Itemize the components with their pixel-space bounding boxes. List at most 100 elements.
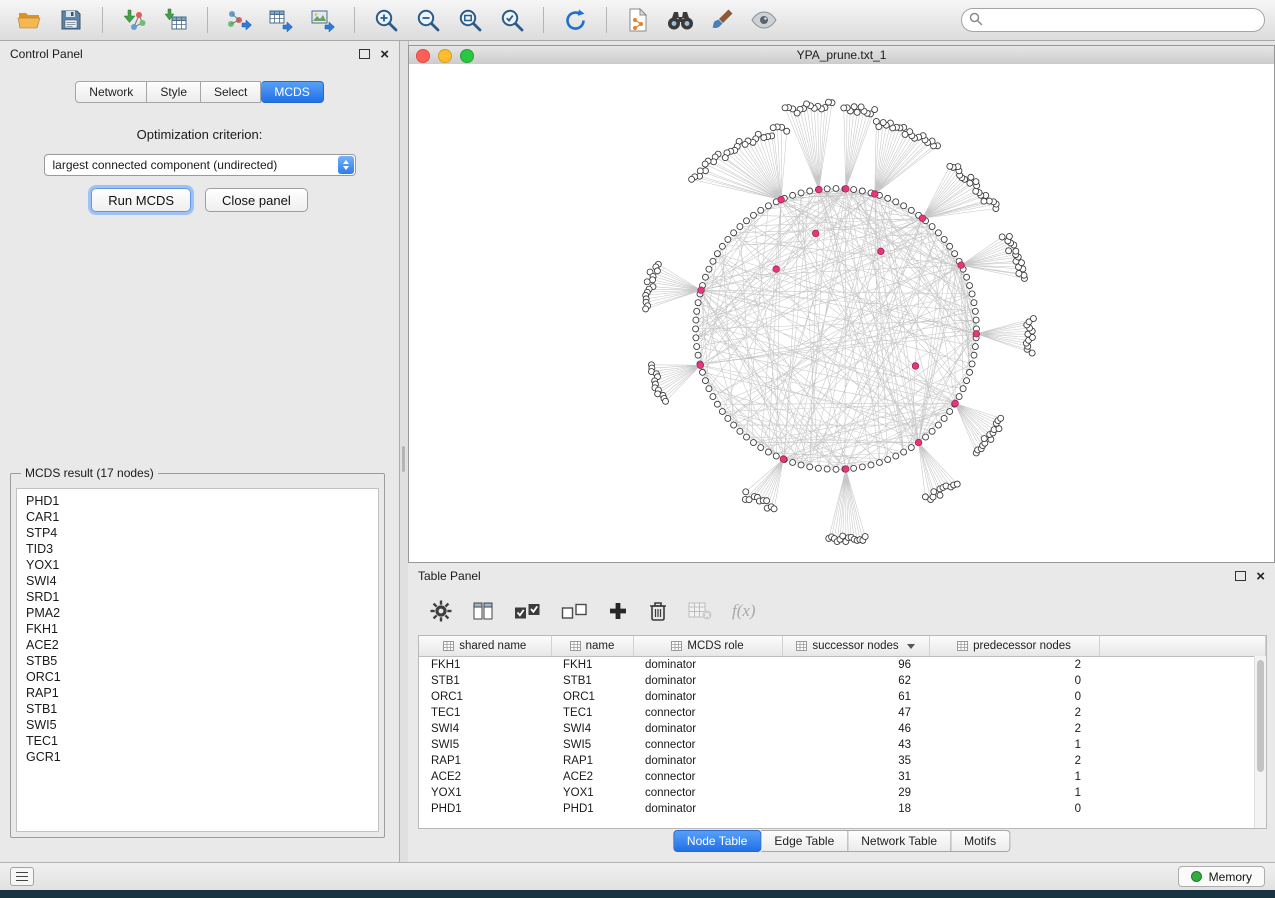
task-history-button[interactable] xyxy=(10,867,34,886)
table-vertical-scrollbar[interactable] xyxy=(1254,656,1266,828)
share-document-button[interactable] xyxy=(619,4,657,36)
import-table-button[interactable] xyxy=(157,4,195,36)
import-network-button[interactable] xyxy=(115,4,153,36)
run-mcds-button[interactable]: Run MCDS xyxy=(91,188,191,212)
paint-style-button[interactable] xyxy=(703,4,741,36)
delete-table-button[interactable] xyxy=(688,601,712,621)
column-header-name[interactable]: name xyxy=(551,636,633,657)
cell-name: RAP1 xyxy=(551,753,633,769)
node-table-row[interactable]: STB1STB1dominator620 xyxy=(419,673,1266,689)
close-window-icon[interactable] xyxy=(416,49,430,63)
float-panel-icon[interactable] xyxy=(1235,571,1246,581)
add-column-button[interactable] xyxy=(608,601,628,621)
mcds-result-item[interactable]: ORC1 xyxy=(26,669,378,685)
node-table-row[interactable]: SWI5SWI5connector431 xyxy=(419,737,1266,753)
node-table-row[interactable]: RAP1RAP1dominator352 xyxy=(419,753,1266,769)
export-image-button[interactable] xyxy=(304,4,342,36)
mcds-result-item[interactable]: YOX1 xyxy=(26,557,378,573)
minimize-window-icon[interactable] xyxy=(438,49,452,63)
column-settings-button[interactable] xyxy=(430,600,452,622)
tab-edge-table[interactable]: Edge Table xyxy=(761,830,848,852)
column-header-successor-nodes[interactable]: successor nodes xyxy=(782,636,929,657)
cell-successor-nodes: 29 xyxy=(782,785,929,801)
mcds-result-item[interactable]: PHD1 xyxy=(26,493,378,509)
mcds-result-item[interactable]: STP4 xyxy=(26,525,378,541)
cell-name: ACE2 xyxy=(551,769,633,785)
close-panel-icon[interactable]: × xyxy=(380,47,389,62)
delete-columns-button[interactable] xyxy=(648,600,668,622)
tab-network[interactable]: Network xyxy=(75,81,147,103)
function-builder-button[interactable]: f(x) xyxy=(732,601,756,621)
node-table-row[interactable]: SWI4SWI4dominator462 xyxy=(419,721,1266,737)
mcds-result-item[interactable]: STB5 xyxy=(26,653,378,669)
export-image-icon xyxy=(310,7,336,33)
column-header-filler xyxy=(1099,636,1266,657)
mcds-result-item[interactable]: PMA2 xyxy=(26,605,378,621)
first-neighbors-button[interactable] xyxy=(661,4,699,36)
mcds-result-item[interactable]: ACE2 xyxy=(26,637,378,653)
zoom-selected-button[interactable] xyxy=(493,4,531,36)
mcds-result-item[interactable]: GCR1 xyxy=(26,749,378,765)
node-table-row[interactable]: YOX1YOX1connector291 xyxy=(419,785,1266,801)
close-panel-button[interactable]: Close panel xyxy=(205,188,308,212)
toolbar-separator xyxy=(102,7,103,33)
save-button[interactable] xyxy=(52,4,90,36)
checked-boxes-icon xyxy=(514,601,541,621)
export-network-button[interactable] xyxy=(220,4,258,36)
node-table-row[interactable]: ORC1ORC1dominator610 xyxy=(419,689,1266,705)
optimization-criterion-label: Optimization criterion: xyxy=(0,127,399,142)
mcds-result-item[interactable]: RAP1 xyxy=(26,685,378,701)
column-header-mcds-role[interactable]: MCDS role xyxy=(633,636,782,657)
tab-mcds[interactable]: MCDS xyxy=(261,81,323,103)
select-all-button[interactable] xyxy=(514,601,541,621)
node-table-row[interactable]: TEC1TEC1connector472 xyxy=(419,705,1266,721)
cell-mcds-role: dominator xyxy=(633,689,782,705)
mcds-result-item[interactable]: CAR1 xyxy=(26,509,378,525)
network-window: YPA_prune.txt_1 xyxy=(408,45,1275,563)
cell-mcds-role: dominator xyxy=(633,673,782,689)
mcds-result-item[interactable]: SRD1 xyxy=(26,589,378,605)
tab-motifs[interactable]: Motifs xyxy=(951,830,1010,852)
column-type-icon xyxy=(957,641,968,651)
mcds-result-item[interactable]: TID3 xyxy=(26,541,378,557)
node-table-row[interactable]: PHD1PHD1dominator180 xyxy=(419,801,1266,817)
column-type-icon xyxy=(671,641,682,651)
export-table-button[interactable] xyxy=(262,4,300,36)
cell-predecessor-nodes: 0 xyxy=(929,801,1099,817)
mcds-result-item[interactable]: SWI5 xyxy=(26,717,378,733)
cell-shared-name: RAP1 xyxy=(419,753,551,769)
apply-layout-button[interactable] xyxy=(556,4,594,36)
show-columns-button[interactable] xyxy=(472,600,494,622)
float-panel-icon[interactable] xyxy=(359,49,370,59)
mcds-result-item[interactable]: SWI4 xyxy=(26,573,378,589)
zoom-out-button[interactable] xyxy=(409,4,447,36)
zoom-in-button[interactable] xyxy=(367,4,405,36)
tab-style[interactable]: Style xyxy=(147,81,201,103)
cell-filler xyxy=(1099,737,1266,753)
open-file-button[interactable] xyxy=(10,4,48,36)
close-panel-icon[interactable]: × xyxy=(1256,569,1265,584)
tab-node-table[interactable]: Node Table xyxy=(673,830,762,852)
tab-select[interactable]: Select xyxy=(201,81,261,103)
control-panel-title: Control Panel xyxy=(10,47,359,61)
network-titlebar[interactable]: YPA_prune.txt_1 xyxy=(409,46,1274,65)
node-table-row[interactable]: FKH1FKH1dominator962 xyxy=(419,657,1266,674)
node-table-row[interactable]: ACE2ACE2connector311 xyxy=(419,769,1266,785)
show-hide-details-button[interactable] xyxy=(745,4,783,36)
maximize-window-icon[interactable] xyxy=(460,49,474,63)
scrollbar-thumb[interactable] xyxy=(1257,660,1264,772)
column-header-shared-name[interactable]: shared name xyxy=(419,636,551,657)
search-input[interactable] xyxy=(961,8,1265,32)
cell-mcds-role: connector xyxy=(633,769,782,785)
tab-network-table[interactable]: Network Table xyxy=(848,830,951,852)
deselect-all-button[interactable] xyxy=(561,601,588,621)
column-header-predecessor-nodes[interactable]: predecessor nodes xyxy=(929,636,1099,657)
mcds-result-item[interactable]: TEC1 xyxy=(26,733,378,749)
mcds-result-item[interactable]: FKH1 xyxy=(26,621,378,637)
zoom-fit-button[interactable] xyxy=(451,4,489,36)
memory-button[interactable]: Memory xyxy=(1178,866,1265,887)
network-graph[interactable] xyxy=(409,64,1274,562)
mcds-result-item[interactable]: STB1 xyxy=(26,701,378,717)
criterion-dropdown[interactable]: largest connected component (undirected) xyxy=(44,154,356,176)
open-folder-icon xyxy=(16,7,42,33)
